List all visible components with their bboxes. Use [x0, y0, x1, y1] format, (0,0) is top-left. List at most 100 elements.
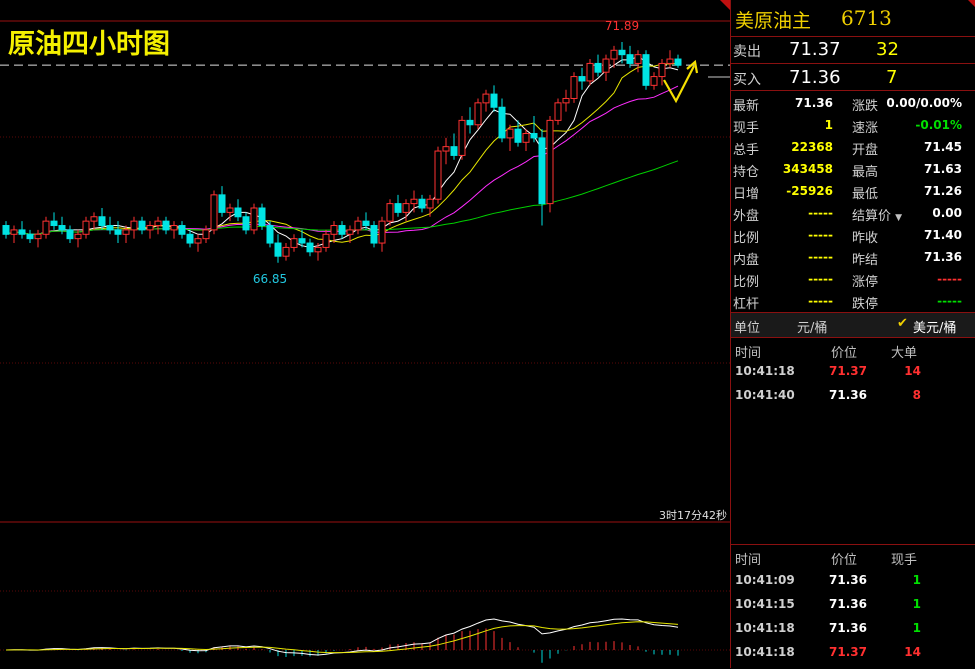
candlestick-chart[interactable]: 71.89 66.85 原油四小时图 3时17分42秒 — [0, 0, 730, 668]
unit-option-yuan[interactable]: 元/桶 — [797, 317, 827, 336]
unit-option-usd[interactable]: 美元/桶 — [913, 317, 956, 336]
quote-stat-row: 最新 71.36 涨跌 0.00/0.00% — [731, 92, 975, 114]
candle — [18, 221, 26, 239]
chart-frame — [0, 20, 730, 651]
quote-panel: 美原油主 6713 卖出 71.37 32 买入 71.36 7 最新 71.36… — [730, 0, 975, 668]
stat-label: 日增 — [733, 187, 760, 202]
list-item[interactable]: 10:41:15 71.36 1 — [731, 597, 975, 621]
header-corner-marker-icon — [968, 0, 975, 8]
quote-header[interactable]: 美原油主 6713 — [731, 0, 975, 36]
sell-row[interactable]: 卖出 71.37 32 — [731, 37, 975, 63]
candle — [610, 45, 618, 68]
item-time: 10:41:09 — [735, 573, 795, 587]
item-price: 71.36 — [829, 573, 867, 587]
candle — [554, 98, 562, 125]
candle — [234, 199, 242, 222]
candle — [522, 129, 530, 152]
quote-stat-row: 现手 1 速涨 -0.01% — [731, 114, 975, 136]
list-item[interactable]: 10:41:09 71.36 1 — [731, 573, 975, 597]
quote-stat-row: 比例 ----- 涨停 ----- — [731, 268, 975, 290]
stat-label: 结算价 ▼ — [852, 209, 903, 224]
stat-value: ----- — [808, 294, 833, 308]
list-item[interactable]: 10:41:18 71.36 1 — [731, 621, 975, 645]
candle — [250, 203, 258, 235]
col-price: 价位 — [831, 553, 858, 568]
item-price: 71.37 — [829, 364, 867, 378]
candle — [266, 221, 274, 248]
col-time: 时间 — [735, 553, 762, 568]
list-item[interactable]: 10:41:18 71.37 14 — [731, 645, 975, 669]
stat-label: 最新 — [733, 99, 760, 114]
candle — [498, 98, 506, 143]
price-annotation: 66.85 — [253, 272, 287, 286]
stat-label: 最高 — [852, 165, 879, 180]
candle — [338, 221, 346, 239]
buy-price: 71.36 — [789, 67, 841, 88]
stat-label: 比例 — [733, 275, 760, 290]
stat-value: ----- — [808, 272, 833, 286]
candle — [90, 212, 98, 230]
stat-label: 最低 — [852, 187, 879, 202]
candle — [50, 212, 58, 230]
col-volume: 现手 — [891, 553, 918, 568]
candle — [274, 234, 282, 263]
candle — [562, 89, 570, 112]
candle — [154, 216, 162, 235]
divider — [731, 90, 975, 91]
candle — [186, 229, 194, 248]
col-time: 时间 — [735, 346, 762, 361]
col-price: 价位 — [831, 346, 858, 361]
sell-price: 71.37 — [789, 39, 841, 60]
item-price: 71.36 — [829, 621, 867, 635]
candle — [210, 190, 218, 235]
candle — [42, 216, 50, 239]
col-big-order: 大单 — [891, 346, 918, 361]
candle — [218, 186, 226, 217]
candle — [106, 216, 114, 235]
stat-label: 杠杆 — [733, 297, 760, 312]
stat-value: 0.00/0.00% — [886, 96, 962, 110]
candle — [114, 221, 122, 244]
stat-value: ----- — [937, 294, 962, 308]
item-price: 71.36 — [829, 388, 867, 402]
candle — [642, 50, 650, 90]
buy-row[interactable]: 买入 71.36 7 — [731, 64, 975, 90]
stat-label: 比例 — [733, 231, 760, 246]
candle — [530, 116, 538, 143]
tick-list: 时间 价位 现手 10:41:09 71.36 1 10:41:15 71.36 1 10:… — [731, 545, 975, 668]
stat-value: ----- — [937, 272, 962, 286]
unit-label: 单位 — [734, 321, 761, 336]
quote-stat-row: 日增 -25926 最低 71.26 — [731, 180, 975, 202]
candle — [370, 221, 378, 248]
unit-row[interactable]: 单位 元/桶 ✔ 美元/桶 — [731, 313, 975, 337]
buy-label: 买入 — [733, 72, 761, 88]
candle — [354, 216, 362, 235]
candle — [258, 203, 266, 230]
sell-label: 卖出 — [733, 44, 761, 60]
candle — [586, 59, 594, 86]
candle — [410, 190, 418, 213]
big-order-list: 时间 价位 大单 10:41:18 71.37 14 10:41:40 71.36 8 — [731, 338, 975, 538]
list-item[interactable]: 10:41:40 71.36 8 — [731, 388, 975, 412]
candle — [130, 216, 138, 239]
stat-label: 总手 — [733, 143, 760, 158]
check-icon: ✔ — [897, 316, 908, 331]
stat-label: 开盘 — [852, 143, 879, 158]
chart-title-overlay: 原油四小时图 — [8, 29, 170, 60]
candle — [466, 107, 474, 134]
stat-label: 涨跌 — [852, 99, 879, 114]
stat-label: 内盘 — [733, 253, 760, 268]
dropdown-icon[interactable]: ▼ — [895, 213, 902, 223]
candle — [242, 212, 250, 235]
list-item[interactable]: 10:41:18 71.37 14 — [731, 364, 975, 388]
stat-value: -0.01% — [915, 118, 962, 132]
item-time: 10:41:15 — [735, 597, 795, 611]
candle — [570, 72, 578, 103]
candle — [378, 216, 386, 252]
candle — [482, 89, 490, 112]
candle — [34, 229, 42, 248]
candle — [178, 221, 186, 239]
candle — [138, 216, 146, 235]
item-price: 71.36 — [829, 597, 867, 611]
item-volume: 1 — [912, 573, 921, 587]
